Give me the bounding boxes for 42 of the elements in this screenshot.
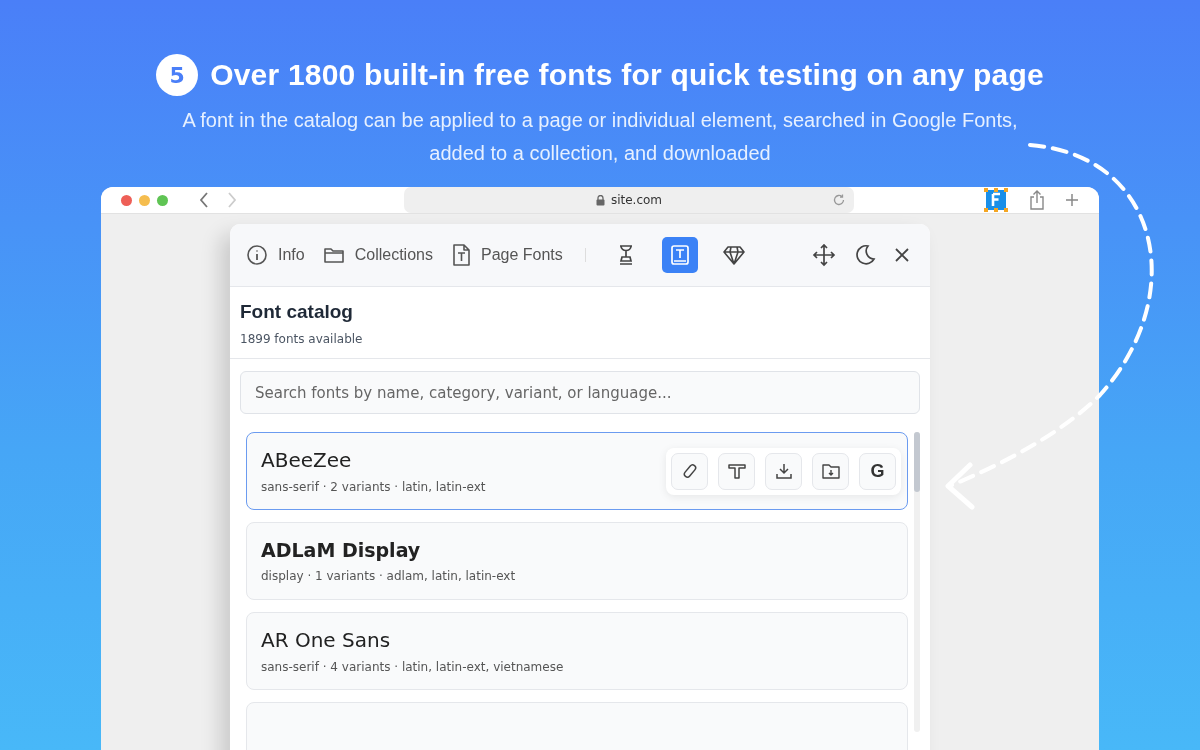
font-card[interactable]: ABeeZee sans-serif · 2 variants · latin, latin-ext G — [246, 432, 908, 510]
minimize-dot[interactable] — [139, 194, 150, 206]
scrollbar[interactable] — [914, 432, 920, 732]
back-icon[interactable] — [198, 191, 210, 209]
headline: Over 1800 built-in free fonts for quick testing on any page — [210, 58, 1044, 92]
lock-icon — [595, 194, 605, 206]
close-icon[interactable] — [894, 247, 910, 263]
font-name: ADLaM Display — [261, 539, 422, 561]
share-icon[interactable] — [1029, 190, 1045, 210]
paperclip-icon[interactable] — [671, 452, 708, 490]
panel-title: Font catalog — [240, 301, 354, 323]
font-card[interactable]: ADLaM Display display · 1 variants · adlam, latin, latin-ext — [246, 522, 908, 600]
download-icon[interactable] — [765, 452, 802, 490]
new-tab-icon[interactable] — [1065, 193, 1079, 207]
document-icon — [450, 243, 471, 267]
folder-icon — [322, 245, 345, 265]
url-text: site.com — [610, 193, 663, 207]
folder-add-icon[interactable] — [812, 452, 849, 490]
moon-icon[interactable] — [854, 244, 876, 266]
info-icon — [246, 244, 268, 266]
close-dot[interactable] — [121, 194, 132, 206]
font-count: 1899 fonts available — [240, 332, 364, 346]
subtitle: A font in the catalog can be applied to a page or individual element, searched in Google Fonts, added to a collection, and downloaded — [181, 108, 1019, 166]
font-details: display · 1 variants · adlam, latin, latin-ext — [261, 569, 517, 583]
search-field[interactable]: Search fonts by name, category, variant, or language... — [240, 371, 920, 414]
panel-tab[interactable]: Info — [246, 244, 305, 266]
panel-tab[interactable]: Page Fonts — [450, 243, 563, 267]
move-icon[interactable] — [812, 243, 836, 267]
text-icon[interactable] — [718, 452, 755, 490]
address-bar[interactable]: site.com — [404, 187, 854, 213]
catalog-icon[interactable] — [661, 237, 698, 273]
font-name: ABeeZee — [261, 448, 353, 472]
font-details: sans-serif · 4 variants · latin, latin-ext, vietnamese — [261, 660, 565, 674]
google-button[interactable]: G — [859, 452, 896, 490]
reload-icon[interactable] — [832, 193, 846, 207]
panel-tab[interactable]: Collections — [322, 245, 433, 265]
extension-icon[interactable] — [983, 187, 1009, 213]
font-details: sans-serif · 2 variants · latin, latin-ext — [261, 480, 487, 494]
zoom-dot[interactable] — [157, 194, 168, 206]
font-card[interactable]: AR One Sans sans-serif · 4 variants · latin, latin-ext, vietnamese — [246, 612, 908, 690]
step-number: 5 — [156, 54, 199, 96]
font-name: AR One Sans — [261, 628, 392, 652]
